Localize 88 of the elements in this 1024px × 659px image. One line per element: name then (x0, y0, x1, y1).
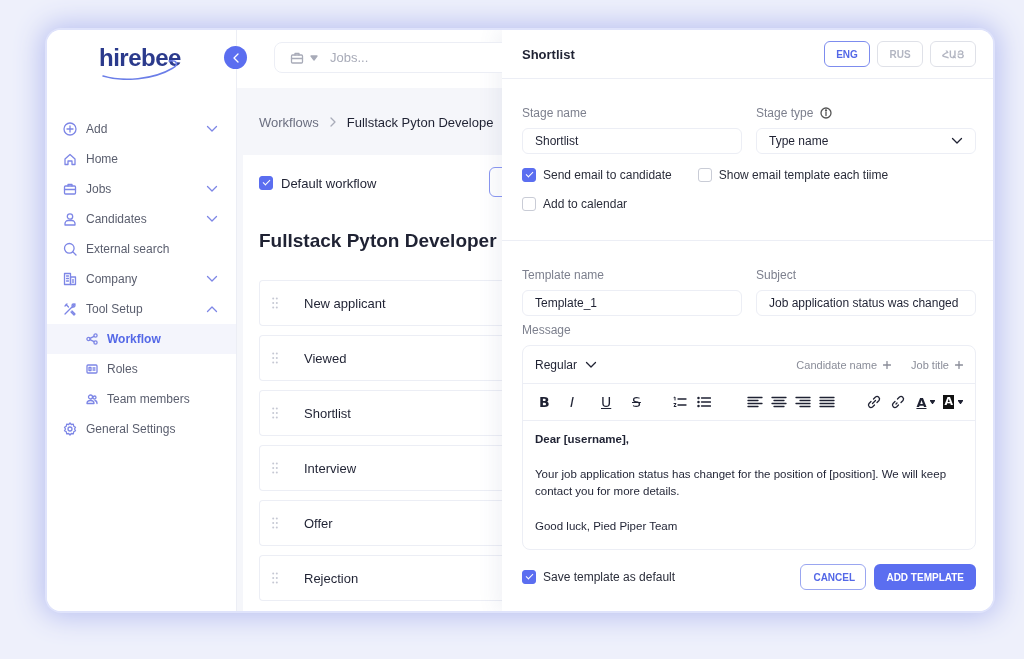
nav-subitem[interactable]: Workflow (47, 324, 236, 354)
text-color-button[interactable]: A (916, 394, 927, 410)
checkbox-label: Add to calendar (543, 197, 628, 211)
caret-icon (958, 400, 963, 404)
breadcrumb-current: Fullstack Pyton Develope (346, 114, 494, 130)
variable-insert[interactable]: Candidate name (796, 358, 878, 371)
checkbox[interactable] (259, 176, 273, 190)
people-icon (86, 393, 98, 405)
field-label: Message (522, 323, 571, 337)
plus-icon (955, 360, 963, 369)
justify-icon (819, 396, 835, 408)
plus-icon (883, 360, 892, 369)
share-icon (86, 333, 98, 345)
message-paragraph: Dear [username], (535, 432, 630, 447)
drag-handle-icon (272, 297, 278, 309)
home-icon (63, 152, 77, 166)
format-button[interactable]: I (570, 394, 593, 410)
nav-subitem[interactable]: Team members (47, 384, 236, 414)
nav-item[interactable]: External search (47, 234, 236, 264)
tools-icon (63, 302, 77, 316)
variable-insert[interactable]: Job title (911, 358, 949, 371)
align-left-icon (747, 396, 763, 408)
field-label: Stage name (522, 106, 587, 120)
chevron-icon (951, 137, 963, 145)
text-style-dropdown[interactable]: Regular (535, 357, 578, 372)
stage-name-field[interactable]: Shortlist (522, 128, 742, 154)
format-button[interactable]: S (632, 394, 655, 410)
nav-item[interactable]: Candidates (47, 204, 236, 234)
bullet-list-icon (697, 396, 711, 408)
nav-item[interactable]: Tool Setup (47, 294, 236, 324)
align-right-icon (795, 396, 811, 408)
info-icon (820, 107, 833, 119)
drag-handle-icon (272, 352, 278, 364)
nav-item[interactable]: Company (47, 264, 236, 294)
add-template-button[interactable]: ADD TEMPLATE (874, 564, 976, 590)
checkbox-label: Save template as default (543, 570, 676, 584)
chevron-right-icon (329, 117, 336, 127)
message-paragraph: Your job application status has changet for the position of [position]. We will keep contact you for more details. (535, 467, 948, 499)
nav-item[interactable]: Jobs (47, 174, 236, 204)
chevron-icon (585, 360, 598, 369)
person-icon (63, 212, 77, 226)
unlink-icon (889, 393, 907, 411)
align-center-icon (771, 396, 787, 408)
briefcase-icon (290, 51, 304, 65)
add-icon (63, 122, 77, 136)
stage-type-dropdown[interactable]: Type name (756, 128, 976, 154)
logo: hirebee (99, 44, 181, 72)
checkbox-label: Default workflow (281, 175, 377, 191)
drag-handle-icon (272, 572, 278, 584)
caret-icon (930, 400, 936, 404)
settings-icon (63, 422, 77, 436)
nav-item[interactable]: Home (47, 144, 236, 174)
template-name-field[interactable]: Template_1 (522, 290, 742, 316)
briefcase-icon (63, 182, 77, 196)
message-editor[interactable] (522, 345, 976, 550)
checkbox[interactable] (522, 570, 536, 584)
message-paragraph: Good luck, Pied Piper Team (535, 519, 679, 534)
field-label: Subject (756, 268, 797, 282)
field-label: Template name (522, 268, 605, 282)
link-icon (865, 393, 883, 411)
drag-handle-icon (272, 517, 278, 529)
nav-item[interactable]: General Settings (47, 414, 236, 444)
highlight-button[interactable]: A (943, 395, 954, 409)
search-field[interactable]: Jobs... (274, 42, 502, 73)
subject-field[interactable]: Job application status was changed (756, 290, 976, 316)
checkbox[interactable] (522, 168, 536, 182)
format-button[interactable]: B (539, 394, 562, 410)
drag-handle-icon (272, 462, 278, 474)
nav-item[interactable]: Add (47, 114, 236, 144)
chevron-left-icon (232, 52, 239, 63)
cancel-button[interactable]: CANCEL (800, 564, 867, 590)
breadcrumb-link[interactable]: Workflows (259, 114, 319, 130)
field-label: Stage type (756, 106, 814, 120)
checkbox-label: Send email to candidate (543, 168, 672, 182)
caret-icon (310, 55, 318, 61)
search-icon (63, 242, 77, 256)
workflow-title: Fullstack Pyton Developer (259, 229, 498, 253)
id-card-icon (86, 363, 98, 375)
checkbox[interactable] (697, 168, 712, 182)
format-button[interactable]: U (601, 394, 624, 410)
language-button[interactable]: ENG (824, 41, 870, 67)
numbered-list-icon (673, 396, 687, 408)
checkbox[interactable] (522, 197, 536, 211)
drag-handle-icon (272, 407, 278, 419)
checkbox-label: Show email template each tiime (718, 168, 889, 182)
building-icon (63, 272, 77, 286)
nav-subitem[interactable]: Roles (47, 354, 236, 384)
panel-title: Shortlist (522, 46, 576, 62)
